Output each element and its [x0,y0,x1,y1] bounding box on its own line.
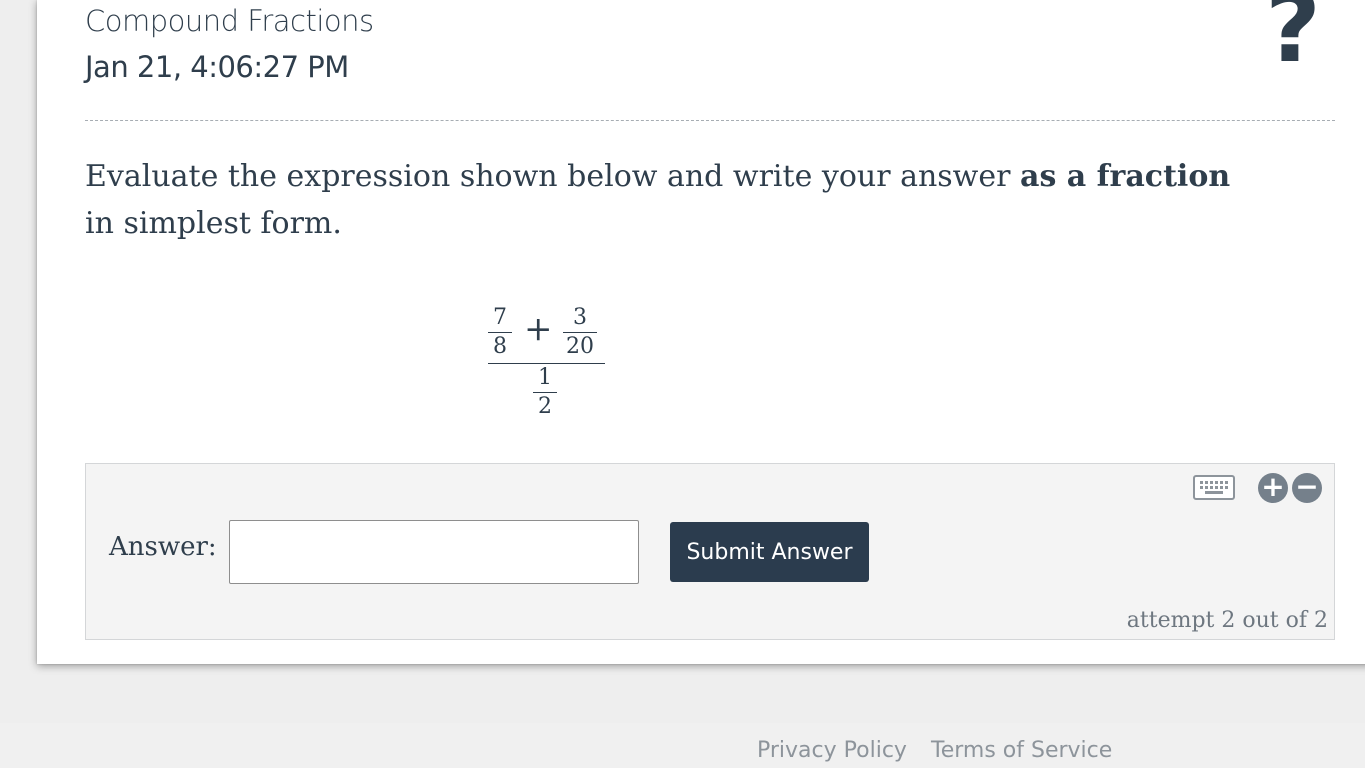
privacy-policy-link[interactable]: Privacy Policy [757,738,907,763]
numerator: 7 [493,305,507,330]
topic-title: Compound Fractions [85,4,374,38]
dashed-divider [85,120,1335,121]
fraction-bottom: 1 2 [533,364,557,420]
footer: Privacy Policy Terms of Service [0,723,1365,768]
answer-panel: + − Answer: Submit Answer attempt 2 out … [85,463,1335,640]
denominator: 8 [493,334,507,359]
question-text-after: in simplest form. [85,206,342,241]
question-prompt: Evaluate the expression shown below and … [85,153,1265,247]
terms-of-service-link[interactable]: Terms of Service [931,738,1112,763]
fraction-top-left: 7 8 [488,304,512,360]
problem-card: Compound Fractions Jan 21, 4:06:27 PM ? … [37,0,1365,664]
denominator: 20 [566,334,594,359]
answer-label: Answer: [109,532,217,562]
timestamp: Jan 21, 4:06:27 PM [85,50,349,84]
question-text-before: Evaluate the expression shown below and … [85,159,1020,194]
plus-circle-icon[interactable]: + [1258,473,1288,503]
numerator: 1 [538,365,552,390]
plus-operator: + [524,309,553,349]
compound-fraction-expression: 7 8 + 3 20 1 2 [488,304,608,424]
attempt-counter: attempt 2 out of 2 [1126,608,1328,633]
answer-input[interactable] [229,520,639,584]
keyboard-icon[interactable] [1193,475,1235,500]
fraction-top-right: 3 20 [563,304,597,360]
minus-circle-icon[interactable]: − [1292,473,1322,503]
page: Compound Fractions Jan 21, 4:06:27 PM ? … [0,0,1365,768]
numerator: 3 [573,305,587,330]
submit-answer-button[interactable]: Submit Answer [670,522,869,582]
question-mark-icon[interactable]: ? [1253,0,1333,78]
question-text-bold: as a fraction [1020,159,1231,194]
denominator: 2 [538,394,552,419]
